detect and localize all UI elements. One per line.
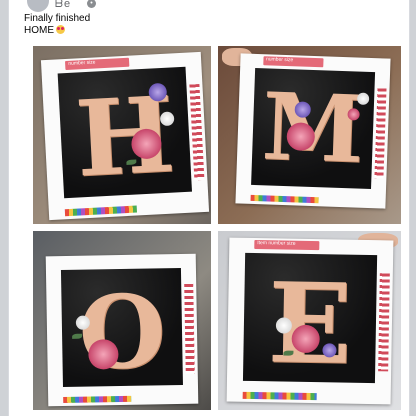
left-background-strip — [0, 0, 8, 416]
post-text-line-1: Finally finished — [24, 13, 91, 24]
photo-letter-m[interactable]: number size M — [218, 46, 401, 224]
canvas-letter: O — [77, 272, 167, 392]
canvas-letter: H — [72, 72, 178, 201]
canvas-o: O — [45, 253, 199, 407]
canvas-art: E — [243, 252, 377, 389]
canvas-side-codes — [189, 84, 205, 181]
photo-letter-h[interactable]: number size H — [33, 46, 211, 224]
canvas-e: Item number size E — [226, 237, 394, 405]
canvas-art: M — [251, 67, 376, 189]
canvas-label-text: Item number size — [257, 239, 296, 247]
canvas-art: O — [60, 267, 183, 392]
flower-pink-small — [346, 108, 360, 121]
canvas-art: H — [57, 67, 193, 201]
photo-letter-o[interactable]: O — [33, 231, 211, 410]
canvas-h: number size H — [40, 51, 210, 221]
flower-white — [275, 317, 292, 334]
canvas-palette — [63, 395, 131, 404]
canvas-palette — [250, 194, 319, 204]
canvas-palette — [243, 392, 317, 400]
canvas-letter: M — [260, 72, 366, 184]
flower-white — [357, 92, 370, 105]
heart-eyes-emoji-icon — [56, 25, 65, 34]
canvas-side-codes — [374, 88, 387, 179]
badge-icon: • — [87, 0, 96, 8]
canvas-m: number size M — [235, 53, 391, 209]
canvas-palette — [64, 205, 138, 217]
photo-grid: number size H number size M O Item numbe… — [33, 46, 401, 410]
canvas-side-codes — [378, 273, 390, 372]
canvas-letter: E — [266, 258, 353, 389]
canvas-side-codes — [184, 283, 195, 374]
photo-letter-e[interactable]: Item number size E — [218, 231, 401, 410]
post-card: ᗷe • Finally finished HOME number size H — [8, 0, 410, 416]
post-text-home: HOME — [24, 25, 54, 36]
leaf — [71, 333, 82, 339]
post-text-line-2: HOME — [24, 25, 90, 37]
author-name[interactable]: ᗷe — [55, 0, 71, 11]
avatar[interactable] — [27, 0, 49, 12]
leaf — [283, 350, 294, 356]
post-text: Finally finished HOME — [24, 13, 90, 37]
canvas-label-text: number size — [265, 55, 294, 63]
